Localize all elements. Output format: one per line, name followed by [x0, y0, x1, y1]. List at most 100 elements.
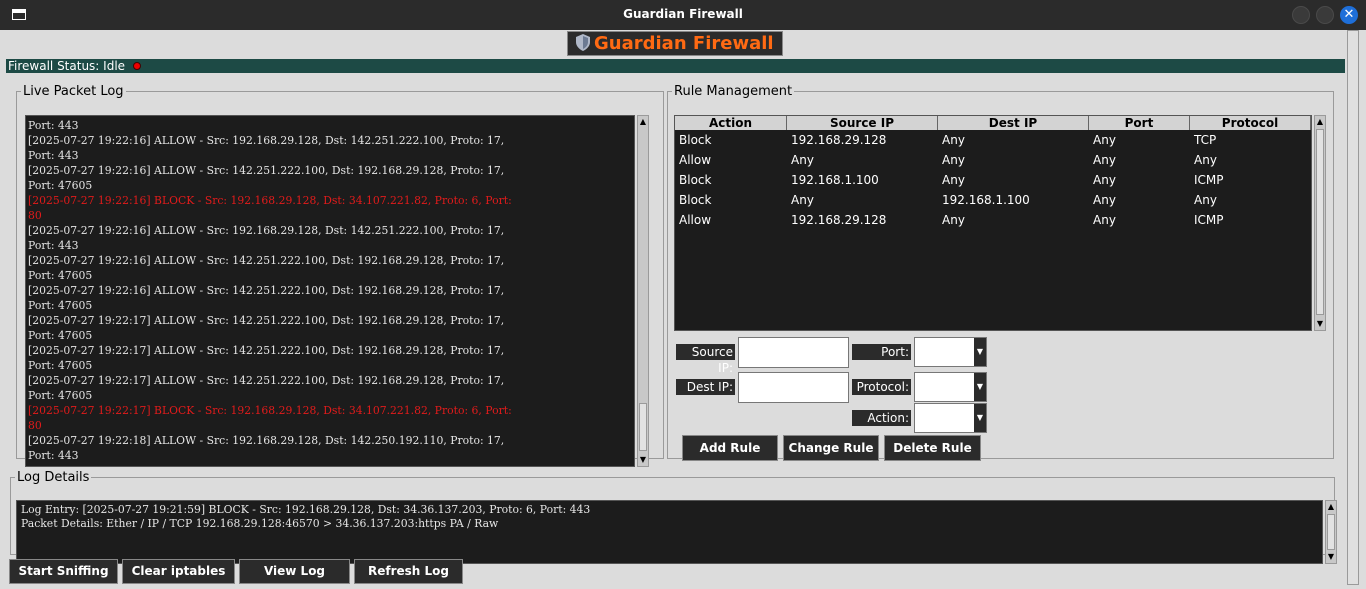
- table-cell: Any: [1093, 193, 1116, 207]
- shield-icon: [576, 34, 590, 51]
- change-rule-button[interactable]: Change Rule: [783, 435, 879, 461]
- view-log-button[interactable]: View Log: [239, 559, 350, 584]
- table-cell: Any: [942, 133, 965, 147]
- minimize-button[interactable]: [1292, 6, 1310, 24]
- table-cell: TCP: [1194, 133, 1217, 147]
- action-select[interactable]: ▼: [914, 403, 987, 433]
- close-icon: ✕: [1343, 7, 1355, 22]
- packet-log-line: [2025-07-27 19:22:16] ALLOW - Src: 142.2…: [28, 254, 505, 267]
- packet-log-line: 80: [28, 209, 42, 222]
- log-details-text[interactable]: Log Entry: [2025-07-27 19:21:59] BLOCK -…: [16, 500, 1323, 564]
- window-scrollbar[interactable]: [1347, 30, 1359, 585]
- column-header[interactable]: Dest IP: [938, 116, 1089, 130]
- log-details-scroll-thumb[interactable]: [1327, 514, 1335, 550]
- scroll-down-icon[interactable]: ▼: [1326, 551, 1336, 563]
- table-cell: Block: [679, 173, 712, 187]
- status-bar: Firewall Status: Idle: [6, 59, 1345, 73]
- packet-log-line: [2025-07-27 19:22:16] BLOCK - Src: 192.1…: [28, 194, 512, 207]
- packet-details-line: Packet Details: Ether / IP / TCP 192.168…: [21, 517, 499, 530]
- add-rule-button[interactable]: Add Rule: [682, 435, 778, 461]
- table-cell: 192.168.1.100: [791, 173, 879, 187]
- rule-management-legend: Rule Management: [674, 84, 793, 99]
- table-cell: Allow: [679, 153, 712, 167]
- table-cell: Any: [1093, 173, 1116, 187]
- packet-log-line: [2025-07-27 19:22:16] ALLOW - Src: 192.1…: [28, 224, 505, 237]
- table-cell: 192.168.1.100: [942, 193, 1030, 207]
- packet-log-line: Port: 47605: [28, 329, 93, 342]
- table-cell: Any: [791, 153, 814, 167]
- table-cell: Any: [1194, 193, 1217, 207]
- column-header[interactable]: Port: [1089, 116, 1190, 130]
- table-cell: ICMP: [1194, 173, 1224, 187]
- packet-log-line: Port: 47605: [28, 299, 93, 312]
- live-packet-log-legend: Live Packet Log: [23, 84, 124, 99]
- scroll-up-icon[interactable]: ▲: [1326, 501, 1336, 513]
- maximize-button[interactable]: [1316, 6, 1334, 24]
- table-cell: Any: [1093, 153, 1116, 167]
- packet-log-line: Port: 47605: [28, 269, 93, 282]
- source-ip-field[interactable]: [738, 337, 849, 368]
- scroll-down-icon[interactable]: ▼: [638, 454, 648, 466]
- scroll-down-icon[interactable]: ▼: [1315, 318, 1325, 330]
- packet-log-line: [2025-07-27 19:22:17] BLOCK - Src: 192.1…: [28, 404, 512, 417]
- dest-ip-label: Dest IP:: [676, 379, 735, 395]
- protocol-label: Protocol:: [852, 379, 911, 395]
- packet-log-line: [2025-07-27 19:22:17] ALLOW - Src: 142.2…: [28, 374, 505, 387]
- table-cell: Allow: [679, 213, 712, 227]
- table-row[interactable]: Allow 192.168.29.128 Any Any ICMP: [675, 211, 1311, 231]
- packet-log-line: Port: 443: [28, 149, 79, 162]
- packet-log-line: Port: 443: [28, 239, 79, 252]
- log-details-scrollbar[interactable]: ▲ ▼: [1325, 500, 1337, 564]
- table-cell: Any: [942, 213, 965, 227]
- action-label: Action:: [852, 410, 911, 426]
- table-cell: 192.168.29.128: [791, 213, 887, 227]
- log-details-legend: Log Details: [17, 470, 90, 485]
- table-row[interactable]: Block 192.168.29.128 Any Any TCP: [675, 131, 1311, 151]
- column-header[interactable]: Action: [675, 116, 787, 130]
- table-row[interactable]: Allow Any Any Any Any: [675, 151, 1311, 171]
- packet-log-line: [2025-07-27 19:22:16] ALLOW - Src: 142.2…: [28, 284, 505, 297]
- table-cell: Block: [679, 133, 712, 147]
- table-cell: 192.168.29.128: [791, 133, 887, 147]
- scroll-up-icon[interactable]: ▲: [638, 116, 648, 128]
- refresh-log-button[interactable]: Refresh Log: [354, 559, 463, 584]
- packet-log-line: [2025-07-27 19:22:18] ALLOW - Src: 192.1…: [28, 434, 505, 447]
- rules-table-scroll-thumb[interactable]: [1316, 129, 1324, 315]
- dest-ip-field[interactable]: [738, 372, 849, 403]
- chevron-down-icon[interactable]: ▼: [974, 373, 986, 401]
- protocol-select[interactable]: ▼: [914, 372, 987, 402]
- main-window: Guardian Firewall Firewall Status: Idle …: [6, 30, 1345, 585]
- chevron-down-icon[interactable]: ▼: [974, 404, 986, 432]
- packet-log-text[interactable]: Port: 443 [2025-07-27 19:22:16] ALLOW - S…: [25, 115, 635, 467]
- delete-rule-button[interactable]: Delete Rule: [884, 435, 981, 461]
- chevron-down-icon[interactable]: ▼: [974, 338, 986, 366]
- packet-log-line: Port: 443: [28, 119, 79, 132]
- table-row[interactable]: Block Any 192.168.1.100 Any Any: [675, 191, 1311, 211]
- port-label: Port:: [852, 344, 911, 360]
- table-row[interactable]: Block 192.168.1.100 Any Any ICMP: [675, 171, 1311, 191]
- packet-log-scrollbar[interactable]: ▲ ▼: [637, 115, 649, 467]
- rules-table[interactable]: Action Source IP Dest IP Port Protocol Block 1…: [674, 115, 1312, 331]
- packet-log-line: [2025-07-27 19:22:17] ALLOW - Src: 142.2…: [28, 314, 505, 327]
- rules-table-scrollbar[interactable]: ▲ ▼: [1314, 115, 1326, 331]
- table-cell: Any: [1093, 133, 1116, 147]
- column-header[interactable]: Source IP: [787, 116, 938, 130]
- table-cell: Any: [1194, 153, 1217, 167]
- packet-log-scroll-thumb[interactable]: [639, 403, 647, 451]
- clear-iptables-button[interactable]: Clear iptables: [122, 559, 235, 584]
- table-cell: ICMP: [1194, 213, 1224, 227]
- close-button[interactable]: ✕: [1340, 6, 1358, 24]
- rule-management-panel: Rule Management Action Source IP Dest IP Po…: [667, 84, 1334, 461]
- firewall-status-text: Firewall Status: Idle: [8, 59, 126, 73]
- packet-log-line: 80: [28, 419, 42, 432]
- column-header[interactable]: Protocol: [1190, 116, 1311, 130]
- start-sniffing-button[interactable]: Start Sniffing: [9, 559, 118, 584]
- packet-log-line: [2025-07-27 19:22:17] ALLOW - Src: 142.2…: [28, 344, 505, 357]
- packet-log-line: [2025-07-27 19:22:16] ALLOW - Src: 142.2…: [28, 164, 505, 177]
- table-cell: Any: [1093, 213, 1116, 227]
- scroll-up-icon[interactable]: ▲: [1315, 116, 1325, 128]
- table-cell: Any: [942, 173, 965, 187]
- port-select[interactable]: ▼: [914, 337, 987, 367]
- table-cell: Any: [942, 153, 965, 167]
- log-details-panel: Log Details Log Entry: [2025-07-27 19:21…: [10, 470, 1337, 564]
